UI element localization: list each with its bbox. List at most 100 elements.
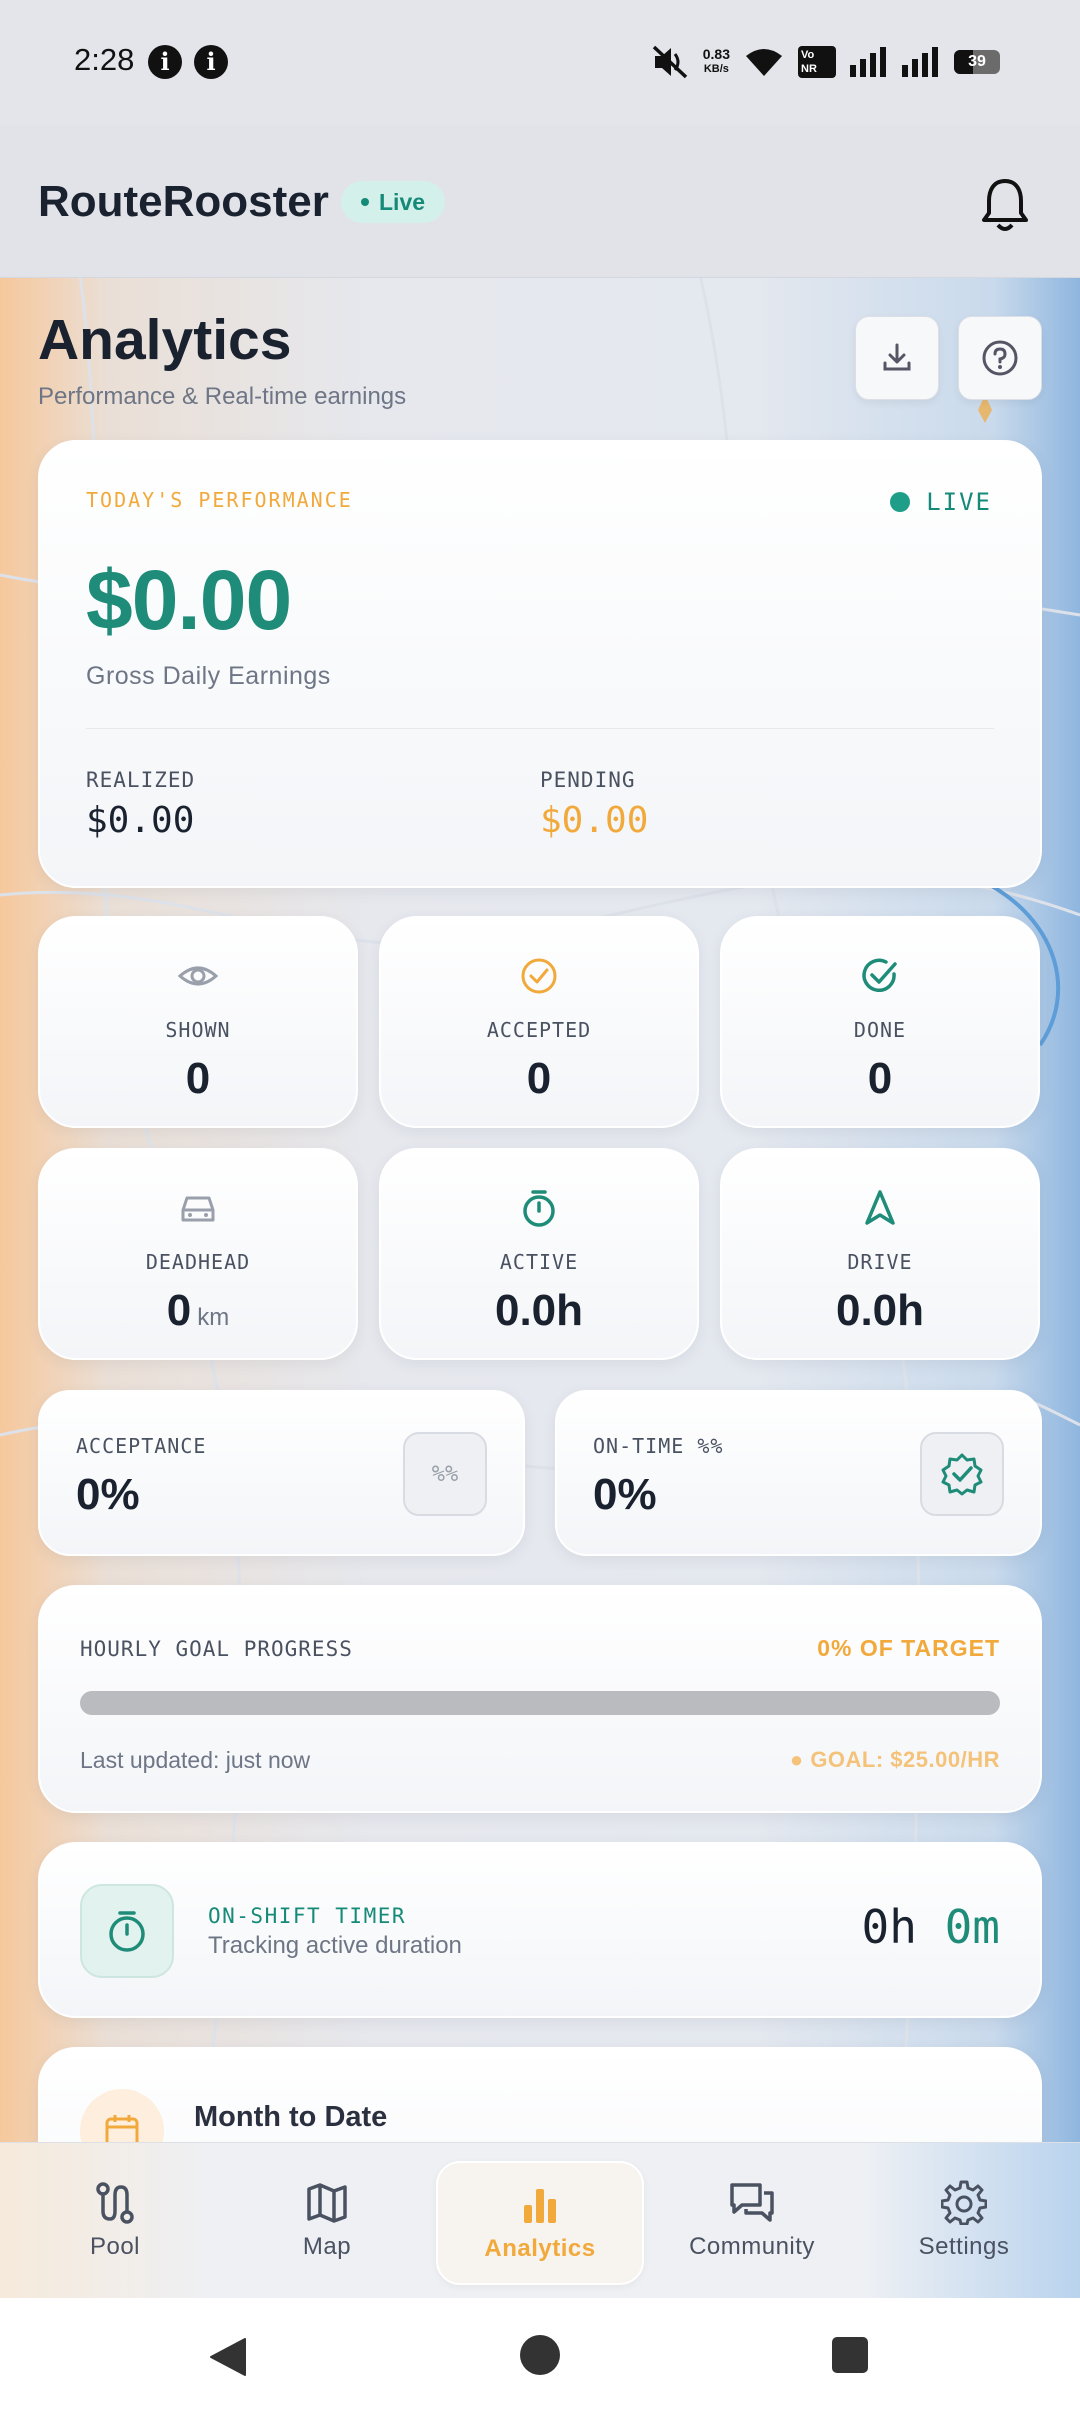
live-dot [890,492,911,512]
home-icon[interactable] [520,2335,560,2375]
timer-subtitle: Tracking active duration [208,1932,462,1959]
stat-value: 0 [526,1054,552,1103]
page-title: Analytics [38,308,292,372]
nav-label: Analytics [484,2235,596,2262]
app-header: RouteRooster Live [0,125,1080,278]
status-icons: 0.83 KB/s Vo NR 39 [651,40,1000,84]
stat-value: 0.0h [835,1286,925,1335]
stat-label: ACCEPTED [486,1018,592,1042]
net-speed: 0.83 KB/s [703,47,730,77]
stat-number: 0 [166,1286,192,1335]
performance-live-indicator: LIVE [890,488,992,516]
info-icon: i [194,45,228,79]
stat-unit: km [197,1304,230,1331]
stat-card-active: ACTIVE 0.0h [379,1148,699,1360]
metric-label: ON-TIME %% [593,1434,724,1458]
system-navigation-bar [0,2298,1080,2412]
month-to-date-title: Month to Date [194,2101,388,2133]
battery-icon: 39 [954,50,1000,74]
battery-level: 39 [968,53,986,70]
map-icon [307,2183,347,2223]
app-title: RouteRooster [38,177,329,226]
volte-label: Vo NR [801,49,817,75]
stat-label: ACTIVE [499,1250,579,1274]
nav-item-community[interactable]: Community [652,2161,852,2285]
stopwatch-icon [523,1190,555,1227]
nav-label: Pool [89,2233,141,2260]
bell-icon[interactable] [980,177,1030,233]
download-button[interactable] [855,316,939,400]
realized-label: REALIZED [86,768,196,792]
goal-rate: ● GOAL: $25.00/HR [789,1747,1000,1772]
goal-label: HOURLY GOAL PROGRESS [80,1637,353,1661]
car-icon [181,1196,215,1222]
help-icon [982,340,1018,376]
nav-item-analytics[interactable]: Analytics [436,2161,644,2285]
bottom-navigation: Pool Map Analytics Community Settings [0,2142,1080,2298]
goal-progress-bar [80,1691,1000,1715]
net-speed-value: 0.83 [702,46,730,62]
eye-icon [177,966,219,986]
info-icon: i [148,45,182,79]
on-shift-timer-card: ON-SHIFT TIMER Tracking active duration … [38,1842,1042,2018]
back-icon[interactable] [207,2335,249,2379]
verified-badge-icon [920,1432,1004,1516]
live-dot [361,198,369,206]
stat-label: SHOWN [165,1018,231,1042]
stat-label: DEADHEAD [145,1250,251,1274]
help-button[interactable] [958,316,1042,400]
acceptance-card: ACCEPTANCE 0% %% [38,1390,525,1556]
metric-value: 0% [76,1470,140,1519]
mute-icon [652,45,687,79]
last-updated-text: Last updated: just now [80,1747,311,1773]
goal-target-percent: 0% OF TARGET [817,1635,1000,1661]
performance-label: TODAY'S PERFORMANCE [86,488,353,512]
nav-item-pool[interactable]: Pool [15,2161,215,2285]
bar-chart-icon [524,2189,556,2223]
download-icon [883,343,911,371]
on-time-card: ON-TIME %% 0% [555,1390,1042,1556]
gross-earnings-caption: Gross Daily Earnings [86,662,331,690]
performance-live-label: LIVE [926,488,992,516]
performance-card: TODAY'S PERFORMANCE LIVE $0.00 Gross Dai… [38,440,1042,888]
nav-item-map[interactable]: Map [227,2161,427,2285]
stat-label: DRIVE [847,1250,913,1274]
nav-item-settings[interactable]: Settings [864,2161,1064,2285]
stat-card-drive: DRIVE 0.0h [720,1148,1040,1360]
stat-value: 0 km [40,1286,356,1336]
chat-icon [730,2183,774,2222]
signal-icon [902,47,938,77]
nav-label: Map [302,2233,352,2260]
gear-icon [941,2180,987,2225]
stat-value: 0 [185,1054,211,1103]
volte-icon: Vo NR [798,46,836,78]
timer-label: ON-SHIFT TIMER [208,1904,407,1928]
stopwatch-icon [80,1884,174,1978]
gross-earnings-amount: $0.00 [86,553,292,647]
percent-icon: %% [403,1432,487,1516]
navigation-arrow-icon [865,1190,895,1225]
timer-minutes: 0m [944,1900,1000,1954]
timer-value: 0h 0m [862,1900,1000,1954]
live-badge: Live [341,181,446,223]
recents-icon[interactable] [832,2337,868,2373]
stat-card-done: DONE 0 [720,916,1040,1128]
net-speed-unit: KB/s [703,63,729,75]
metric-value: 0% [593,1470,657,1519]
pending-value: $0.00 [540,800,649,841]
stat-label: DONE [853,1018,907,1042]
page-subtitle: Performance & Real-time earnings [38,383,407,410]
wifi-icon [746,49,782,76]
pending-label: PENDING [540,768,636,792]
nav-label: Community [689,2233,815,2260]
stat-card-accepted: ACCEPTED 0 [379,916,699,1128]
stat-card-deadhead: DEADHEAD 0 km [38,1148,358,1360]
status-time: 2:28 [74,42,135,77]
stat-value: 0.0h [494,1286,584,1335]
check-circle-icon [521,958,557,994]
realized-value: $0.00 [86,800,195,841]
nav-label: Settings [918,2233,1010,2260]
stat-value: 0 [867,1054,893,1103]
timer-hours: 0h [861,1900,917,1954]
live-badge-label: Live [379,189,426,215]
